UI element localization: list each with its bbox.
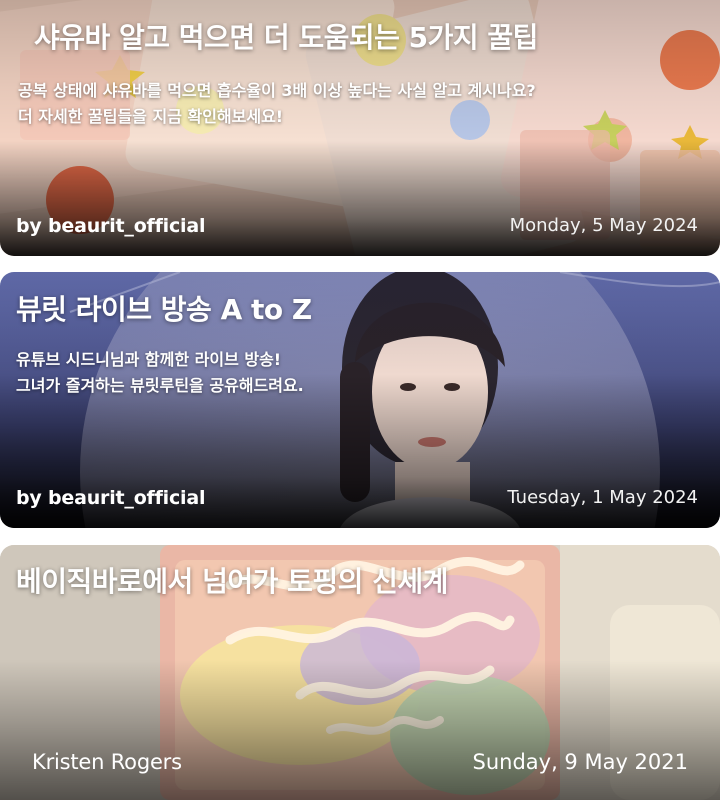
post-author[interactable]: Kristen Rogers xyxy=(32,750,182,774)
post-date: Monday, 5 May 2024 xyxy=(509,215,698,236)
post-description: 공복 상태에 샤유바를 먹으면 흡수율이 3배 이상 높다는 사실 알고 계시나… xyxy=(18,78,702,130)
post-date: Tuesday, 1 May 2024 xyxy=(507,487,698,508)
post-date: Sunday, 9 May 2021 xyxy=(472,750,689,774)
post-card[interactable]: 베이직바로에서 넘어가 토핑의 신세계 Kristen Rogers Sunda… xyxy=(0,545,720,800)
post-description: 유튜브 시드니님과 함께한 라이브 방송! 그녀가 즐겨하는 뷰릿루틴을 공유해… xyxy=(16,347,702,399)
post-title: 샤유바 알고 먹으면 더 도움되는 5가지 꿀팁 xyxy=(34,21,538,54)
post-author[interactable]: by beaurit_official xyxy=(16,214,206,238)
post-title: 베이직바로에서 넘어가 토핑의 신세계 xyxy=(16,565,448,598)
post-description-line: 그녀가 즐겨하는 뷰릿루틴을 공유해드려요. xyxy=(16,376,304,395)
post-description-line: 유튜브 시드니님과 함께한 라이브 방송! xyxy=(16,350,282,369)
post-description-line: 더 자세한 꿀팁들을 지금 확인해보세요! xyxy=(18,107,284,126)
post-title: 뷰릿 라이브 방송 A to Z xyxy=(16,293,312,326)
post-author[interactable]: by beaurit_official xyxy=(16,486,206,510)
post-card[interactable]: 샤유바 알고 먹으면 더 도움되는 5가지 꿀팁 공복 상태에 샤유바를 먹으면… xyxy=(0,0,720,256)
post-card[interactable]: 뷰릿 라이브 방송 A to Z 유튜브 시드니님과 함께한 라이브 방송! 그… xyxy=(0,272,720,528)
post-description-line: 공복 상태에 샤유바를 먹으면 흡수율이 3배 이상 높다는 사실 알고 계시나… xyxy=(18,81,536,100)
post-feed: 샤유바 알고 먹으면 더 도움되는 5가지 꿀팁 공복 상태에 샤유바를 먹으면… xyxy=(0,0,720,800)
